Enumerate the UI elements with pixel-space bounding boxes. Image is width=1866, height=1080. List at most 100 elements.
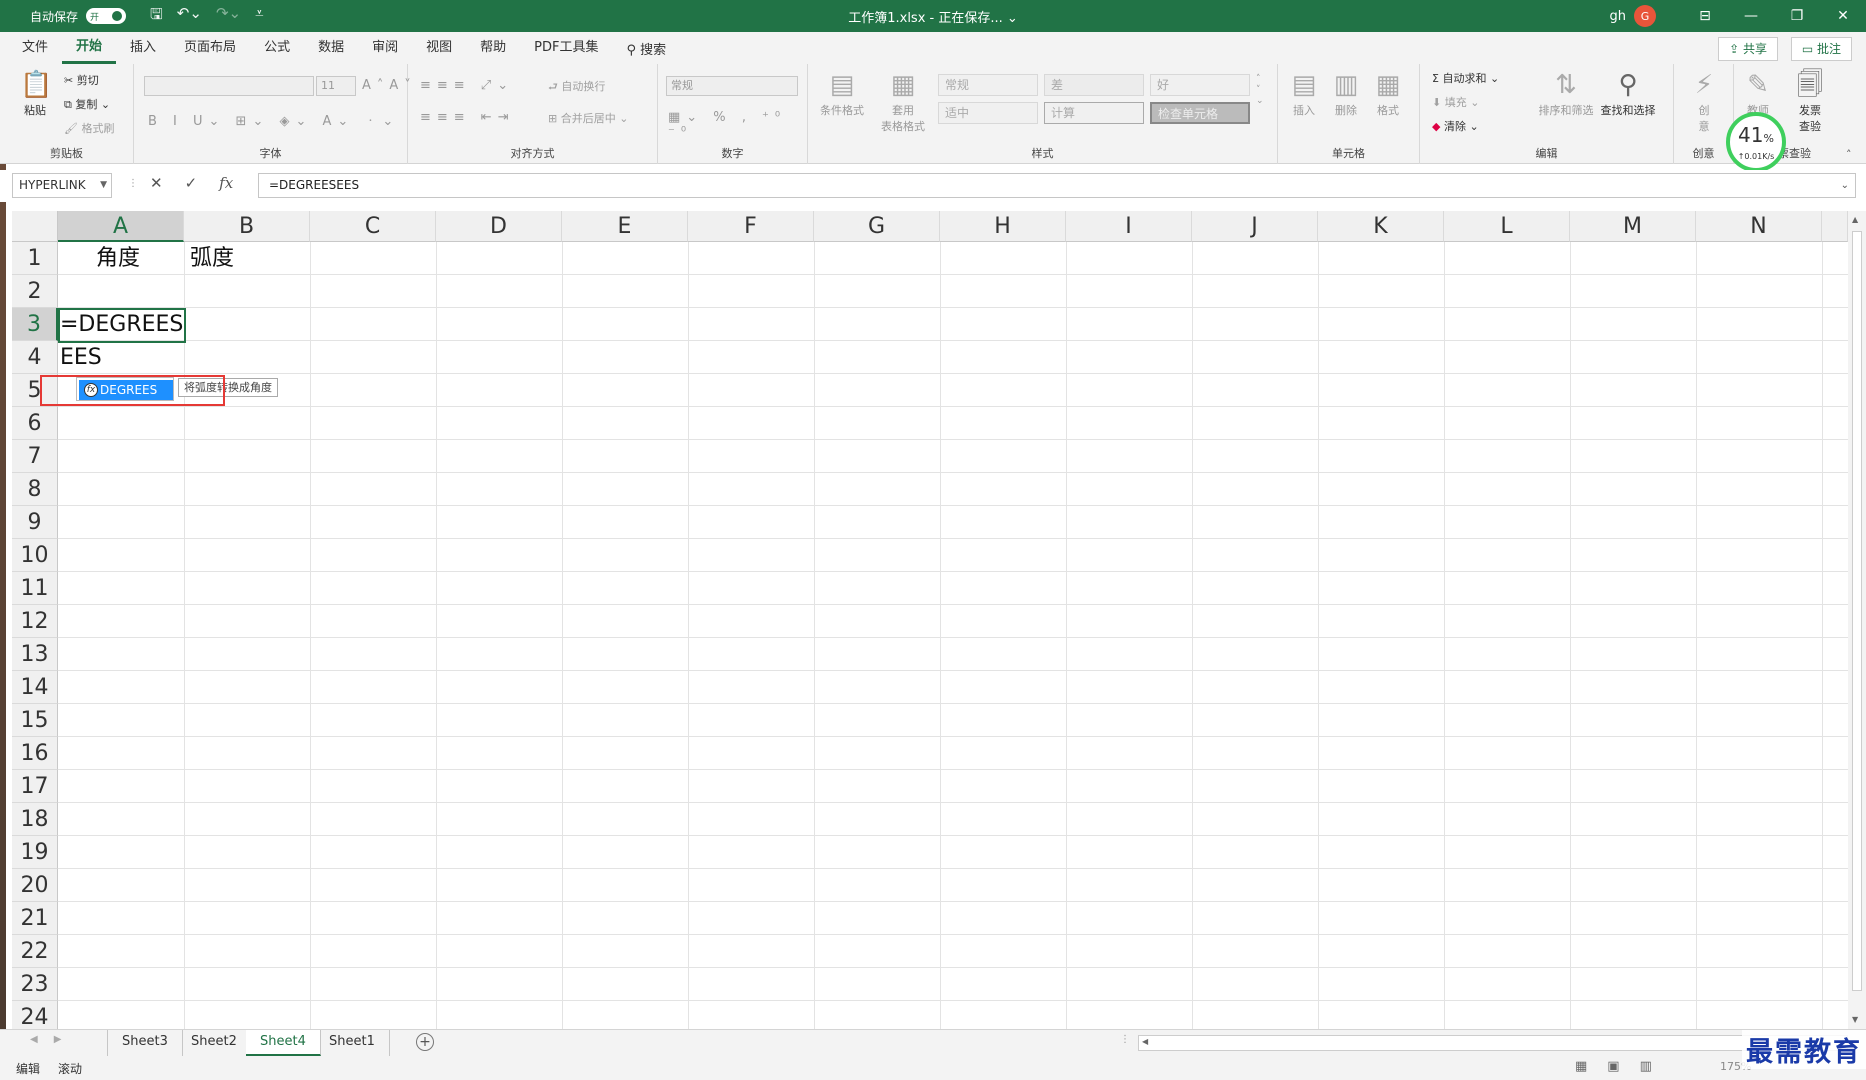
select-all-corner[interactable]: [12, 211, 58, 242]
find-select-button[interactable]: ⚲ 查找和选择: [1588, 70, 1668, 118]
row-header[interactable]: 7: [12, 440, 58, 473]
col-header-m[interactable]: M: [1570, 211, 1696, 242]
row-header[interactable]: 10: [12, 539, 58, 572]
user-name[interactable]: gh: [1610, 9, 1627, 24]
style-check-cell[interactable]: 检查单元格: [1150, 102, 1250, 124]
number-format-combo[interactable]: 常规: [666, 76, 798, 96]
col-header-k[interactable]: K: [1318, 211, 1444, 242]
formula-input[interactable]: =DEGREESEES ⌄: [258, 173, 1856, 198]
redo-icon[interactable]: ↷⌄: [216, 4, 241, 29]
sheet-tab-sheet3[interactable]: Sheet3: [108, 1030, 183, 1056]
tab-file[interactable]: 文件: [8, 32, 62, 64]
ribbon-display-icon[interactable]: ⊟: [1682, 0, 1728, 32]
name-box[interactable]: HYPERLINK ▼: [12, 173, 112, 198]
row-header[interactable]: 13: [12, 638, 58, 671]
tab-insert[interactable]: 插入: [116, 32, 170, 64]
row-header[interactable]: 9: [12, 506, 58, 539]
minimize-icon[interactable]: —: [1728, 0, 1774, 32]
create-button[interactable]: ⚡ 创 意: [1686, 70, 1722, 134]
add-sheet-icon[interactable]: +: [416, 1033, 434, 1051]
wrap-text-button[interactable]: ⮐ 自动换行: [548, 78, 605, 97]
scroll-up-icon[interactable]: ▲: [1852, 215, 1858, 224]
tab-review[interactable]: 审阅: [358, 32, 412, 64]
style-bad[interactable]: 差: [1044, 74, 1144, 96]
col-header-j[interactable]: J: [1192, 211, 1318, 242]
vertical-scrollbar[interactable]: ▲ ▼: [1848, 211, 1866, 1029]
row-header[interactable]: 8: [12, 473, 58, 506]
autosave-toggle[interactable]: 开: [86, 8, 127, 24]
cut-button[interactable]: ✂ 剪切: [64, 72, 99, 88]
col-header-e[interactable]: E: [562, 211, 688, 242]
cancel-icon[interactable]: ✕: [150, 174, 163, 192]
conditional-format-button[interactable]: ▤ 条件格式: [812, 70, 872, 118]
style-calculation[interactable]: 计算: [1044, 102, 1144, 124]
font-family-combo[interactable]: [144, 76, 314, 96]
invoice-check-button[interactable]: 🗐 发票 查验: [1786, 70, 1834, 134]
qat-customize-icon[interactable]: ⩡: [255, 4, 263, 29]
insert-function-icon[interactable]: fx: [219, 174, 233, 192]
restore-icon[interactable]: ❐: [1774, 0, 1820, 32]
font-style-icons[interactable]: B I U⌄ ⊞⌄ ◈⌄ A⌄ ㆍ⌄: [148, 110, 399, 129]
close-icon[interactable]: ✕: [1820, 0, 1866, 32]
paste-button[interactable]: 📋 粘贴: [20, 70, 52, 118]
row-header[interactable]: 6: [12, 407, 58, 440]
copy-button[interactable]: ⧉ 复制 ⌄: [64, 96, 110, 112]
autosum-button[interactable]: Σ 自动求和 ⌄: [1432, 70, 1499, 86]
row-header[interactable]: 12: [12, 605, 58, 638]
col-header-l[interactable]: L: [1444, 211, 1570, 242]
styles-scroll-icon[interactable]: ˄ ˅ ⌄: [1256, 74, 1264, 107]
col-header-d[interactable]: D: [436, 211, 562, 242]
col-header-partial[interactable]: [1822, 211, 1848, 242]
teacher-button[interactable]: ✎ 教师: [1738, 70, 1778, 118]
tab-help[interactable]: 帮助: [466, 32, 520, 64]
avatar[interactable]: G: [1634, 5, 1656, 27]
scroll-down-icon[interactable]: ▼: [1852, 1015, 1858, 1024]
sheet-tab-sheet1[interactable]: Sheet1: [315, 1030, 390, 1056]
row-header[interactable]: 20: [12, 869, 58, 902]
sheet-tab-sheet2[interactable]: Sheet2: [177, 1030, 252, 1056]
col-header-a[interactable]: A: [58, 211, 184, 242]
col-header-f[interactable]: F: [688, 211, 814, 242]
tab-data[interactable]: 数据: [304, 32, 358, 64]
tab-formulas[interactable]: 公式: [250, 32, 304, 64]
expand-formula-icon[interactable]: ⌄: [1841, 174, 1849, 197]
tab-view[interactable]: 视图: [412, 32, 466, 64]
row-header[interactable]: 17: [12, 770, 58, 803]
col-header-h[interactable]: H: [940, 211, 1066, 242]
view-mode-icons[interactable]: ▦▣▥: [1575, 1059, 1672, 1074]
col-header-n[interactable]: N: [1696, 211, 1822, 242]
insert-cells-button[interactable]: ▤ 插入: [1284, 70, 1324, 118]
style-neutral[interactable]: 适中: [938, 102, 1038, 124]
fill-button[interactable]: ⬇ 填充 ⌄: [1432, 94, 1479, 110]
clear-button[interactable]: ◆ 清除 ⌄: [1432, 118, 1479, 134]
table-format-button[interactable]: ▦ 套用 表格格式: [870, 70, 936, 134]
row-header[interactable]: 1: [12, 242, 58, 275]
collapse-ribbon-icon[interactable]: ˄: [1846, 148, 1852, 161]
comment-button[interactable]: ▭ 批注: [1790, 37, 1852, 61]
row-header[interactable]: 2: [12, 275, 58, 308]
horizontal-align-icons[interactable]: ≡≡≡ ⇤⇥: [420, 110, 515, 125]
merge-center-button[interactable]: ⊞ 合并后居中 ⌄: [548, 110, 628, 126]
row-header[interactable]: 24: [12, 1001, 58, 1029]
tab-page-layout[interactable]: 页面布局: [170, 32, 250, 64]
scroll-thumb[interactable]: [1852, 231, 1862, 991]
format-cells-button[interactable]: ▦ 格式: [1368, 70, 1408, 118]
style-normal[interactable]: 常规: [938, 74, 1038, 96]
performance-widget[interactable]: 41% ↑0.01K/s: [1726, 112, 1786, 172]
cell-a4[interactable]: EES: [60, 341, 102, 374]
share-button[interactable]: ⇪ 共享: [1718, 37, 1778, 61]
col-header-g[interactable]: G: [814, 211, 940, 242]
font-size-combo[interactable]: 11: [316, 76, 356, 96]
cell-a1[interactable]: 角度: [96, 242, 140, 275]
tab-pdf-tools[interactable]: PDF工具集: [520, 32, 612, 64]
search-box[interactable]: ⚲ 搜索: [626, 39, 666, 58]
scroll-left-icon[interactable]: ◀: [1142, 1037, 1148, 1046]
number-format-icons[interactable]: ▦⌄ % ‚ ⁺⁰ ⁻⁰: [668, 110, 807, 140]
row-header[interactable]: 11: [12, 572, 58, 605]
worksheet-grid[interactable]: A B C D E F G H I J K L M N 1 2 3 4 5 6 …: [12, 211, 1848, 1029]
row-header[interactable]: 18: [12, 803, 58, 836]
sheet-nav-arrows-icon[interactable]: ◀▶: [30, 1034, 77, 1045]
sheet-tab-sheet4[interactable]: Sheet4: [246, 1030, 321, 1056]
row-header[interactable]: 14: [12, 671, 58, 704]
delete-cells-button[interactable]: ▥ 删除: [1326, 70, 1366, 118]
